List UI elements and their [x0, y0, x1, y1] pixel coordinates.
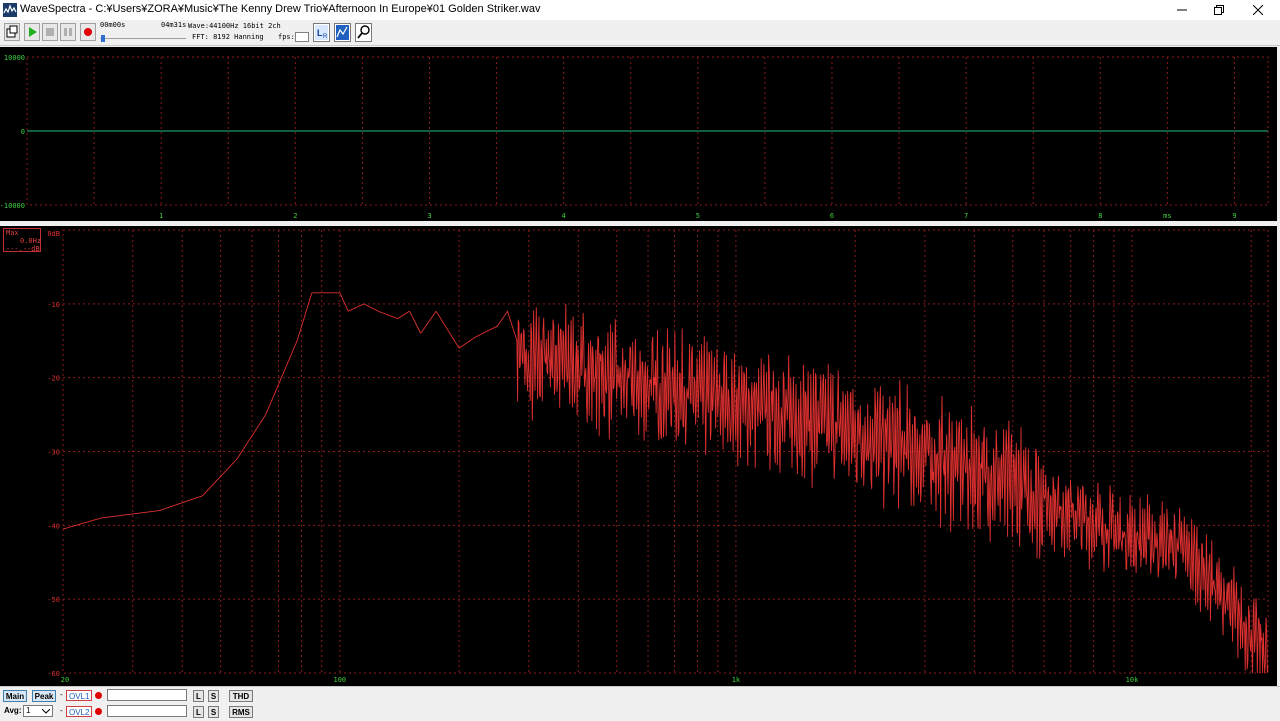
dash-2: - — [60, 706, 63, 715]
wave-x-tick-label: 9 — [1232, 212, 1236, 220]
restore-button[interactable] — [1201, 0, 1237, 20]
spectrum-panel[interactable]: 0dB -10 -20 -30 -40 -50 -60 20 100 1k 10k — [0, 226, 1277, 686]
wave-x-tick-label: 7 — [964, 212, 968, 220]
wave-x-tick-label: 1 — [159, 212, 163, 220]
minimize-icon — [1177, 9, 1187, 11]
peak-readout: Max 0.0Hz ---.--dB — [3, 228, 42, 253]
play-icon — [29, 27, 37, 37]
waveform-panel[interactable]: 10000 0 -10000 1 2 3 4 5 6 7 8 9 ms — [0, 47, 1277, 221]
close-icon — [1253, 5, 1263, 15]
wave-y-tick-label: 10000 — [4, 54, 25, 62]
time-total: 04m31s — [161, 21, 187, 29]
time-current: 00m00s — [100, 21, 126, 29]
ovl2-save-button[interactable]: S — [208, 706, 219, 718]
spectrum-x-tick-label: 20 — [61, 676, 69, 684]
pause-icon — [64, 28, 72, 36]
spectrum-y-tick-label: -20 — [47, 375, 60, 383]
wave-x-tick-label: 2 — [293, 212, 297, 220]
spectrum-y-tick-label: -30 — [47, 449, 60, 457]
pause-button[interactable] — [60, 23, 76, 41]
ovl1-load-button[interactable]: L — [193, 690, 204, 702]
ovl1-name-field[interactable] — [107, 689, 187, 701]
file-info-box: Wave:44100Hz 16bit 2ch FFT: 8192 Hanning… — [186, 21, 311, 43]
fps-label: fps: — [278, 33, 295, 41]
wave-x-unit-label: ms — [1163, 212, 1171, 220]
record-icon — [84, 28, 92, 36]
spectrum-y-tick-label: -60 — [47, 670, 60, 678]
title-bar: WaveSpectra - C:¥Users¥ZORA¥Music¥The Ke… — [0, 0, 1280, 20]
stop-icon — [46, 28, 54, 36]
peak-readout-freq: 0.0Hz — [20, 237, 42, 245]
ovl2-record-icon[interactable] — [95, 708, 102, 715]
wave-info: Wave:44100Hz 16bit 2ch — [188, 22, 281, 30]
bottom-control-bar — [0, 686, 1280, 721]
lr-channel-button[interactable]: LR — [313, 23, 330, 42]
spectrum-y-tick-label: -10 — [47, 301, 60, 309]
avg-select[interactable]: 1 — [23, 705, 53, 717]
peak-readout-level: ---.--dB — [6, 245, 40, 253]
position-slider-track[interactable] — [100, 38, 186, 39]
spectrum-x-tick-label: 1k — [732, 676, 741, 684]
fft-info: FFT: 8192 Hanning — [192, 33, 264, 41]
spectrum-x-tick-label: 100 — [334, 676, 347, 684]
wave-x-tick-label: 5 — [696, 212, 700, 220]
record-button[interactable] — [80, 23, 96, 41]
spectrum-y-tick-label: -50 — [47, 596, 60, 604]
fps-field — [295, 32, 309, 42]
spectrum-x-tick-label: 10k — [1126, 676, 1139, 684]
waveform-chart: 10000 0 -10000 1 2 3 4 5 6 7 8 9 ms — [0, 54, 1269, 220]
wave-x-tick-label: 4 — [562, 212, 566, 220]
avg-select-value: 1 — [26, 706, 31, 715]
peak-readout-title: Max — [6, 229, 19, 237]
zoom-settings-button[interactable] — [355, 23, 372, 42]
ovl1-save-button[interactable]: S — [208, 690, 219, 702]
ovl1-record-icon[interactable] — [95, 692, 102, 699]
magnifier-icon — [357, 25, 370, 39]
window-title: WaveSpectra - C:¥Users¥ZORA¥Music¥The Ke… — [20, 3, 541, 15]
play-button[interactable] — [24, 23, 40, 41]
restore-icon — [1214, 5, 1224, 15]
wave-x-tick-label: 8 — [1098, 212, 1102, 220]
app-icon — [3, 3, 17, 17]
open-file-button[interactable] — [4, 23, 20, 41]
spectrum-y-tick-label: -40 — [47, 522, 60, 530]
wave-y-tick-label: -10000 — [0, 202, 25, 210]
stop-button[interactable] — [42, 23, 58, 41]
spectrum-settings-button[interactable] — [334, 23, 351, 42]
wave-x-tick-label: 3 — [427, 212, 431, 220]
spectrum-y-tick-label: 0dB — [47, 230, 60, 238]
ovl2-load-button[interactable]: L — [193, 706, 204, 718]
dash-1: - — [60, 690, 63, 699]
ovl2-button[interactable]: OVL2 — [66, 706, 93, 717]
wave-x-tick-label: 6 — [830, 212, 834, 220]
wave-y-tick-label: 0 — [21, 128, 25, 136]
lr-channel-icon: LR — [315, 25, 328, 40]
spectrum-trace — [62, 292, 1269, 674]
rms-button[interactable]: RMS — [229, 706, 253, 718]
spectrum-chart: 0dB -10 -20 -30 -40 -50 -6020 100 1k 10k — [47, 229, 1269, 684]
close-button[interactable] — [1240, 0, 1276, 20]
thd-button[interactable]: THD — [229, 690, 253, 702]
ovl2-name-field[interactable] — [107, 705, 187, 717]
minimize-button[interactable] — [1164, 0, 1200, 20]
main-button[interactable]: Main — [3, 690, 27, 702]
svg-text:R: R — [323, 34, 328, 40]
open-file-icon — [6, 25, 18, 38]
chevron-down-icon — [42, 709, 50, 714]
ovl1-button[interactable]: OVL1 — [66, 690, 93, 701]
spectrum-settings-icon — [336, 25, 349, 40]
avg-label: Avg: — [4, 706, 22, 715]
peak-button[interactable]: Peak — [32, 690, 56, 702]
position-slider-thumb[interactable] — [101, 35, 105, 42]
